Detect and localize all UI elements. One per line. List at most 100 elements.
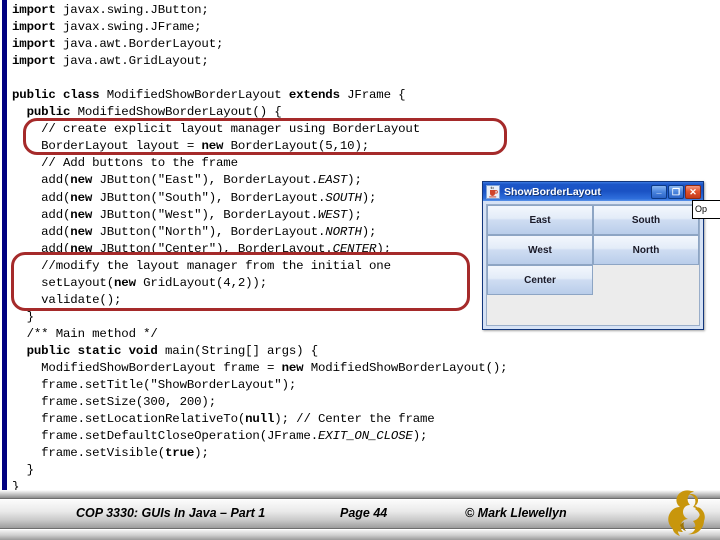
code-constant: WEST [318,207,348,222]
code-text: ); [376,241,391,256]
code-text: frame.setTitle("ShowBorderLayout"); [12,378,297,393]
footer-top-rule [0,490,720,499]
code-keyword: new [114,275,136,290]
code-text: frame.setDefaultCloseOperation(JFrame. [12,429,318,444]
ucf-pegasus-logo [655,485,713,540]
code-line: frame.setSize(300, 200); [12,394,672,411]
code-line: // create explicit layout manager using … [12,121,672,138]
code-keyword: null [245,412,275,427]
code-text: JButton("North"), BorderLayout. [92,224,326,239]
code-line: public class ModifiedShowBorderLayout ex… [12,87,672,104]
window-content-panel: East South West North Center [486,204,700,326]
code-text: JFrame { [339,88,406,103]
empty-grid-cell [487,295,593,325]
code-text: add( [12,241,71,256]
minimize-button[interactable]: _ [651,184,667,199]
code-text: //modify the layout manager from the ini… [12,258,391,273]
maximize-icon: ❐ [671,186,681,197]
footer-copyright: © Mark Llewellyn [465,506,567,520]
code-line: import javax.swing.JFrame; [12,19,672,36]
minimize-icon: _ [656,184,662,195]
code-text: JButton("East"), BorderLayout. [92,173,319,188]
code-line: BorderLayout layout = new BorderLayout(5… [12,138,672,155]
code-text: BorderLayout(5,10); [223,139,370,154]
code-text: BorderLayout layout = [12,139,202,154]
code-text: javax.swing.JFrame; [55,20,202,35]
code-line: import javax.swing.JButton; [12,2,672,19]
code-text: javax.swing.JButton; [55,3,209,17]
code-text: ModifiedShowBorderLayout frame = [12,360,282,375]
code-text: ModifiedShowBorderLayout [106,88,289,103]
code-keyword: extends [288,88,340,103]
maximize-button[interactable]: ❐ [668,184,684,199]
code-text: frame.setVisible( [12,446,165,461]
code-constant: EXIT_ON_CLOSE [318,429,413,444]
code-text: add( [12,190,71,205]
slide-footer: COP 3330: GUIs In Java – Part 1 Page 44 … [0,490,720,540]
window-title: ShowBorderLayout [504,185,601,198]
code-text: frame.setLocationRelativeTo( [12,412,246,427]
code-line: frame.setLocationRelativeTo(null); // Ce… [12,411,672,428]
code-text: JButton("South"), BorderLayout. [92,190,326,205]
java-coffee-cup-icon [486,184,500,199]
code-keyword: import [12,37,56,52]
code-line: public static void main(String[] args) { [12,343,672,360]
code-line: frame.setDefaultCloseOperation(JFrame.EX… [12,428,672,445]
code-text: ); [347,173,362,188]
code-text: add( [12,224,71,239]
code-keyword: import [12,54,56,69]
code-constant: EAST [318,173,348,188]
code-line: public ModifiedShowBorderLayout() { [12,104,672,121]
close-button[interactable]: ✕ [685,184,701,199]
code-line: // Add buttons to the frame [12,155,672,172]
code-text: ModifiedShowBorderLayout(); [303,360,508,375]
code-keyword: new [70,207,93,222]
swing-button-south[interactable]: South [593,205,699,235]
code-text: JButton("Center"), BorderLayout. [92,241,333,256]
code-line: ModifiedShowBorderLayout frame = new Mod… [12,360,672,377]
code-keyword: new [201,139,224,154]
code-line: frame.setVisible(true); [12,445,672,462]
swing-button-north[interactable]: North [593,235,699,265]
left-accent-stripe [2,0,7,492]
code-keyword: public class [12,88,107,103]
code-keyword: new [70,241,93,256]
swing-button-west[interactable]: West [487,235,593,265]
code-text: validate(); [12,292,122,307]
footer-bottom-rule [0,530,720,540]
code-text: frame.setSize(300, 200); [12,395,216,410]
code-text: ); [194,446,209,461]
code-keyword: new [70,224,93,239]
code-line: import java.awt.GridLayout; [12,53,672,70]
cropped-edge-tooltip: Op [692,200,720,219]
code-text: GridLayout(4,2)); [135,275,268,290]
code-text: ); [361,224,377,239]
swing-app-window[interactable]: ShowBorderLayout _ ❐ ✕ East South West Nort… [482,181,704,330]
code-text: setLayout( [12,275,114,290]
code-keyword: public [26,105,71,120]
code-keyword: import [12,3,56,17]
empty-grid-cell [593,265,699,295]
code-keyword: new [70,190,93,205]
empty-grid-cell [593,295,699,325]
code-keyword: new [70,173,93,188]
swing-button-center[interactable]: Center [487,265,593,295]
code-text: /** Main method */ [12,326,158,341]
code-text: JButton("West"), BorderLayout. [92,207,319,222]
window-titlebar[interactable]: ShowBorderLayout _ ❐ ✕ [483,182,703,201]
code-text: ); [412,429,428,444]
footer-course-label: COP 3330: GUIs In Java – Part 1 [76,506,266,520]
swing-button-east[interactable]: East [487,205,593,235]
code-text: main(String[] args) { [157,343,319,358]
code-constant: SOUTH [325,190,362,205]
slide-canvas: import javax.swing.JButton; import javax.… [0,0,720,540]
code-text: ); [347,207,362,222]
code-text: // create explicit layout manager using … [12,122,420,137]
code-text: add( [12,207,71,222]
code-text: } [12,309,34,324]
close-icon: ✕ [689,186,697,197]
code-keyword: public static void [26,343,158,358]
